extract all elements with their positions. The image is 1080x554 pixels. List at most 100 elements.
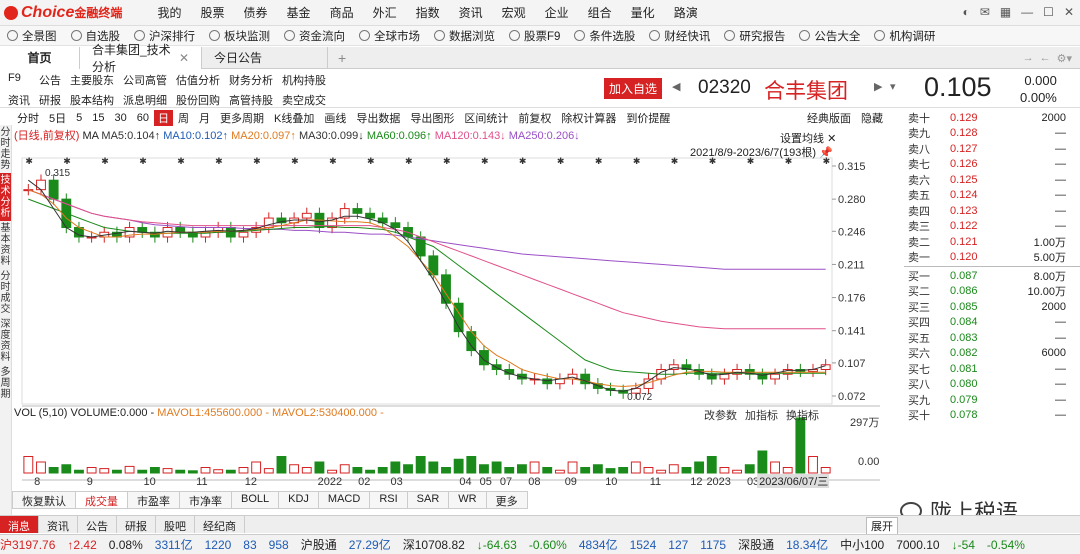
func-link-12[interactable]: 高管持股: [229, 92, 273, 108]
settings-icon[interactable]: ⚙▾: [1057, 52, 1072, 65]
menu-item-0[interactable]: 我的: [148, 4, 191, 21]
toolbar-item-0[interactable]: 全景图: [0, 28, 64, 44]
kline-option-1[interactable]: 5日: [44, 110, 71, 126]
left-tab-2[interactable]: 基本资料: [0, 221, 11, 269]
indicator-tab-5[interactable]: KDJ: [279, 491, 319, 509]
menu-item-11[interactable]: 量化: [621, 4, 664, 21]
kline-option-7[interactable]: 周: [173, 110, 194, 126]
info-tab-1[interactable]: 资讯: [39, 516, 78, 533]
toolbar-item-11[interactable]: 公告大全: [792, 28, 867, 44]
event-marker[interactable]: ✱: [25, 156, 33, 166]
func-link-3[interactable]: 公司高管: [123, 72, 167, 88]
kline-option-10[interactable]: K线叠加: [269, 110, 319, 126]
tab-close-icon[interactable]: ✕: [179, 51, 189, 65]
event-marker[interactable]: ✱: [215, 156, 223, 166]
arrow-right-icon[interactable]: →: [1023, 52, 1034, 65]
func-link-2[interactable]: 主要股东: [70, 72, 114, 88]
kline-option-17[interactable]: 到价提醒: [621, 110, 675, 126]
event-marker[interactable]: ✱: [557, 156, 565, 166]
kline-option-5[interactable]: 60: [132, 112, 154, 124]
kline-option-3[interactable]: 15: [87, 112, 109, 124]
indicator-tab-3[interactable]: 市净率: [180, 491, 232, 509]
func-link-6[interactable]: 机构持股: [282, 72, 326, 88]
indicator-tab-0[interactable]: 恢复默认: [12, 491, 76, 509]
event-marker[interactable]: ✱: [367, 156, 375, 166]
left-tab-3[interactable]: 分时成交: [0, 269, 11, 317]
event-marker[interactable]: ✱: [405, 156, 413, 166]
event-marker[interactable]: ✱: [633, 156, 641, 166]
kline-option-15[interactable]: 前复权: [513, 110, 556, 126]
kline-option-2[interactable]: 5: [71, 112, 87, 124]
expand-button[interactable]: 展开: [866, 517, 898, 535]
func-link-4[interactable]: 估值分析: [176, 72, 220, 88]
event-marker[interactable]: ✱: [63, 156, 71, 166]
event-marker[interactable]: ✱: [481, 156, 489, 166]
toolbar-item-5[interactable]: 全球市场: [352, 28, 427, 44]
menu-item-4[interactable]: 商品: [320, 4, 363, 21]
info-tab-3[interactable]: 研报: [117, 516, 156, 533]
tab-announcements[interactable]: 今日公告: [202, 46, 328, 69]
func-link-0[interactable]: F9: [8, 72, 30, 88]
next-stock-icon[interactable]: ▶: [874, 80, 882, 93]
left-tab-1[interactable]: 技术分析: [0, 173, 11, 221]
menu-item-8[interactable]: 宏观: [492, 4, 535, 21]
pin-icon[interactable]: 📌: [819, 147, 833, 159]
func-link-10[interactable]: 派息明细: [123, 92, 167, 108]
menu-item-12[interactable]: 路演: [664, 4, 707, 21]
toolbar-item-6[interactable]: 数据浏览: [427, 28, 502, 44]
kline-option-8[interactable]: 月: [194, 110, 215, 126]
func-link-5[interactable]: 财务分析: [229, 72, 273, 88]
indicator-tab-8[interactable]: SAR: [407, 491, 450, 509]
toolbar-item-4[interactable]: 资金流向: [277, 28, 352, 44]
event-marker[interactable]: ✱: [443, 156, 451, 166]
indicator-tab-6[interactable]: MACD: [318, 491, 371, 509]
add-favorite-button[interactable]: 加入自选: [604, 78, 663, 99]
kline-option-11[interactable]: 画线: [319, 110, 351, 126]
kline-option-9[interactable]: 更多周期: [215, 110, 269, 126]
indicator-tab-7[interactable]: RSI: [370, 491, 408, 509]
left-tab-0[interactable]: 分时走势: [0, 125, 11, 173]
menu-item-7[interactable]: 资讯: [449, 4, 492, 21]
event-marker[interactable]: ✱: [177, 156, 185, 166]
event-marker[interactable]: ✱: [291, 156, 299, 166]
toolbar-item-7[interactable]: 股票F9: [502, 28, 567, 44]
event-marker[interactable]: ✱: [329, 156, 337, 166]
maximize-button[interactable]: ☐: [1043, 5, 1054, 19]
event-marker[interactable]: ✱: [595, 156, 603, 166]
menu-item-3[interactable]: 基金: [277, 4, 320, 21]
tab-technical-analysis[interactable]: 合丰集团_技术分析 ✕: [80, 43, 202, 74]
indicator-action-0[interactable]: 改参数: [704, 410, 737, 422]
toolbar-item-12[interactable]: 机构调研: [867, 28, 942, 44]
menu-item-1[interactable]: 股票: [191, 4, 234, 21]
back-icon[interactable]: ←: [1040, 52, 1051, 65]
func-link-8[interactable]: 研报: [39, 92, 61, 108]
kline-option-16[interactable]: 除权计算器: [556, 110, 621, 126]
info-tab-4[interactable]: 股吧: [156, 516, 195, 533]
menu-item-2[interactable]: 债券: [234, 4, 277, 21]
indicator-tab-4[interactable]: BOLL: [232, 491, 280, 509]
event-marker[interactable]: ✱: [519, 156, 527, 166]
event-marker[interactable]: ✱: [253, 156, 261, 166]
tab-home[interactable]: 首页: [0, 46, 80, 69]
kline-right-option-0[interactable]: 经典版面: [802, 113, 856, 125]
toolbar-item-9[interactable]: 财经快讯: [642, 28, 717, 44]
menu-item-6[interactable]: 指数: [406, 4, 449, 21]
toolbar-item-10[interactable]: 研究报告: [717, 28, 792, 44]
func-link-13[interactable]: 卖空成交: [282, 92, 326, 108]
left-tab-5[interactable]: 多周期: [0, 365, 11, 402]
minimize-button[interactable]: —: [1021, 5, 1033, 19]
kline-option-12[interactable]: 导出数据: [351, 110, 405, 126]
kline-option-0[interactable]: 分时: [12, 110, 44, 126]
info-tab-0[interactable]: 消息: [0, 516, 39, 533]
menu-item-9[interactable]: 企业: [535, 4, 578, 21]
close-button[interactable]: ✕: [1064, 5, 1074, 19]
prev-stock-icon[interactable]: ◀: [672, 80, 680, 93]
kline-option-4[interactable]: 30: [110, 112, 132, 124]
indicator-action-1[interactable]: 加指标: [745, 410, 778, 422]
kline-option-14[interactable]: 区间统计: [459, 110, 513, 126]
func-link-1[interactable]: 公告: [39, 72, 61, 88]
info-tab-5[interactable]: 经纪商: [195, 516, 245, 533]
menu-item-10[interactable]: 组合: [578, 4, 621, 21]
kline-option-6[interactable]: 日: [154, 110, 173, 126]
func-link-7[interactable]: 资讯: [8, 92, 30, 108]
